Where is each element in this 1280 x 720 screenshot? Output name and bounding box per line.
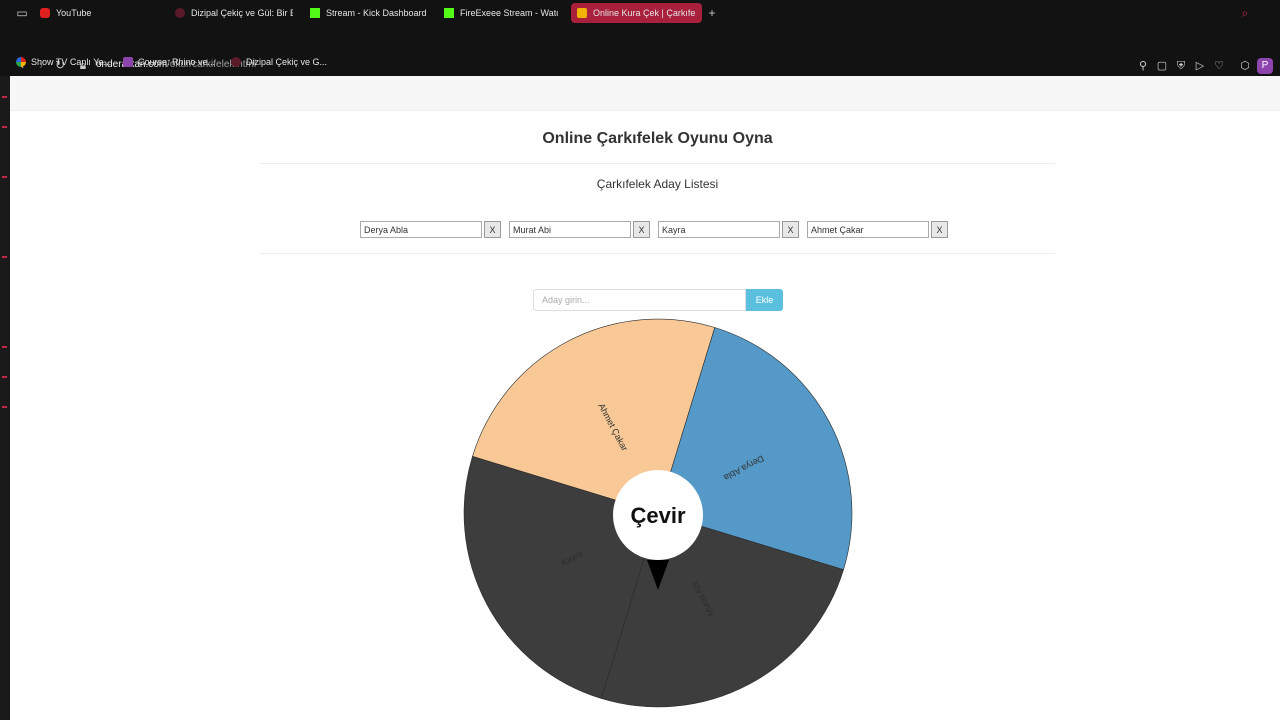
remove-candidate-button[interactable]: X bbox=[931, 221, 948, 238]
remove-candidate-button[interactable]: X bbox=[782, 221, 799, 238]
tab-bar: ▭ YouTube Dizipal Çekiç ve Gül: Bir E St… bbox=[0, 0, 1280, 26]
youtube-icon bbox=[40, 8, 50, 18]
tab-label: FireExeee Stream - Watch bbox=[460, 8, 558, 18]
divider bbox=[260, 163, 1055, 164]
spin-button[interactable]: Çevir bbox=[613, 470, 703, 560]
tab-label: YouTube bbox=[56, 8, 92, 18]
candidate-name-input[interactable] bbox=[509, 221, 631, 238]
divider bbox=[260, 253, 1055, 254]
kick-icon bbox=[444, 8, 454, 18]
candidate-name-input[interactable] bbox=[360, 221, 482, 238]
add-candidate-button[interactable]: Ekle bbox=[746, 289, 783, 311]
bookmark-label: Show TV Canlı Ya... bbox=[31, 57, 112, 67]
search-icon[interactable]: ⌕ bbox=[1238, 6, 1252, 20]
dizipal-icon bbox=[175, 8, 185, 18]
bookmarks-bar: Show TV Canlı Ya... Course: Rhino ve... … bbox=[0, 52, 1280, 74]
kick-icon bbox=[310, 8, 320, 18]
tab-label: Stream - Kick Dashboard bbox=[326, 8, 427, 18]
page-title: Online Çarkıfelek Oyunu Oyna bbox=[542, 130, 773, 147]
bookmark-dizipal[interactable]: Dizipal Çekiç ve G... bbox=[231, 57, 327, 67]
tab-label: Dizipal Çekiç ve Gül: Bir E bbox=[191, 8, 293, 18]
wheel-favicon-icon bbox=[577, 8, 587, 18]
new-tab-icon[interactable]: + bbox=[705, 6, 719, 20]
bookmark-label: Dizipal Çekiç ve G... bbox=[246, 57, 328, 67]
course-icon bbox=[123, 57, 133, 67]
candidate-name-input[interactable] bbox=[807, 221, 929, 238]
tab-online-kura[interactable]: Online Kura Çek | Çarkıfe bbox=[571, 3, 702, 23]
site-header bbox=[10, 76, 1280, 111]
browser-chrome: ▭ YouTube Dizipal Çekiç ve Gül: Bir E St… bbox=[0, 0, 1280, 76]
sidebar-strip bbox=[0, 76, 10, 720]
tab-youtube[interactable]: YouTube bbox=[40, 3, 160, 23]
tab-fireexeee[interactable]: FireExeee Stream - Watch bbox=[444, 3, 558, 23]
show-tv-icon bbox=[16, 57, 26, 67]
bookmark-label: Course: Rhino ve... bbox=[138, 57, 216, 67]
tab-kick-dashboard[interactable]: Stream - Kick Dashboard bbox=[310, 3, 430, 23]
add-candidate-input[interactable] bbox=[533, 289, 746, 311]
dizipal-icon bbox=[231, 57, 241, 67]
candidate-name-input[interactable] bbox=[658, 221, 780, 238]
address-bar: ‹ › ↻ 🔒︎ onderalkan.com/okur/carkifelek.… bbox=[0, 26, 1280, 74]
tab-label: Online Kura Çek | Çarkıfe bbox=[593, 8, 696, 18]
tab-dizipal[interactable]: Dizipal Çekiç ve Gül: Bir E bbox=[175, 3, 293, 23]
tab-actions-icon[interactable]: ▭ bbox=[15, 6, 29, 20]
candidate-list-heading: Çarkıfelek Aday Listesi bbox=[596, 177, 719, 191]
remove-candidate-button[interactable]: X bbox=[484, 221, 501, 238]
remove-candidate-button[interactable]: X bbox=[633, 221, 650, 238]
bookmark-course-rhino[interactable]: Course: Rhino ve... bbox=[123, 57, 215, 67]
bookmark-show-tv[interactable]: Show TV Canlı Ya... bbox=[16, 57, 111, 67]
